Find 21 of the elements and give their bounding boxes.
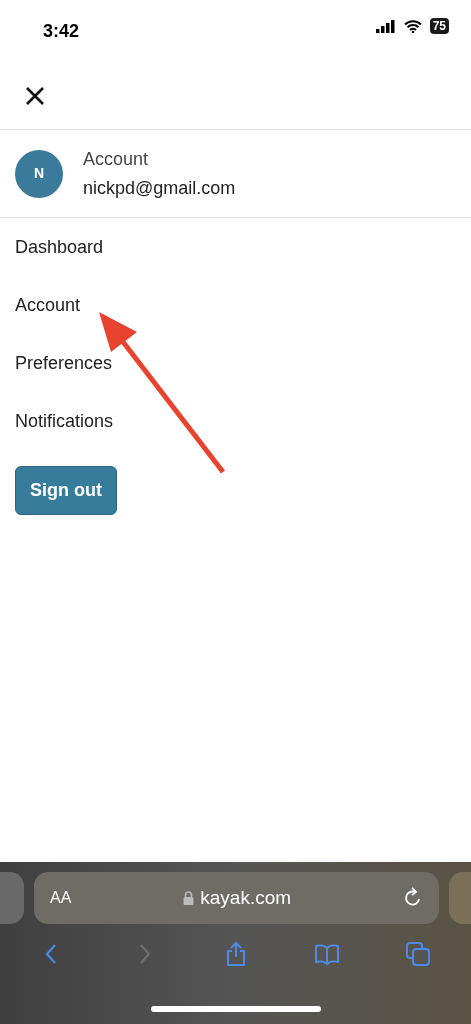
battery-level: 75: [429, 18, 449, 34]
text-size-button[interactable]: AA: [50, 886, 72, 910]
menu-item[interactable]: Account: [15, 291, 81, 319]
lock-icon: [183, 890, 195, 905]
menu-item[interactable]: Preferences: [15, 349, 113, 377]
wifi-icon: [403, 19, 422, 33]
close-icon[interactable]: [24, 84, 46, 107]
tab-preview[interactable]: [449, 872, 471, 924]
signal-icon: [375, 19, 396, 33]
address-bar[interactable]: AA kayak.com: [34, 872, 439, 924]
avatar: N: [15, 149, 63, 198]
url-text: kayak.com: [200, 886, 292, 908]
tabs-icon[interactable]: [405, 942, 430, 966]
tab-preview[interactable]: [0, 872, 24, 924]
sign-out-button[interactable]: Sign out: [15, 466, 117, 515]
account-email: nickpd@gmail.com: [83, 176, 236, 200]
book-icon[interactable]: [314, 942, 339, 966]
menu-item[interactable]: Notifications: [15, 407, 114, 435]
account-label: Account: [83, 147, 150, 171]
status-time: 3:42: [43, 20, 80, 43]
menu-item[interactable]: Dashboard: [15, 233, 104, 261]
